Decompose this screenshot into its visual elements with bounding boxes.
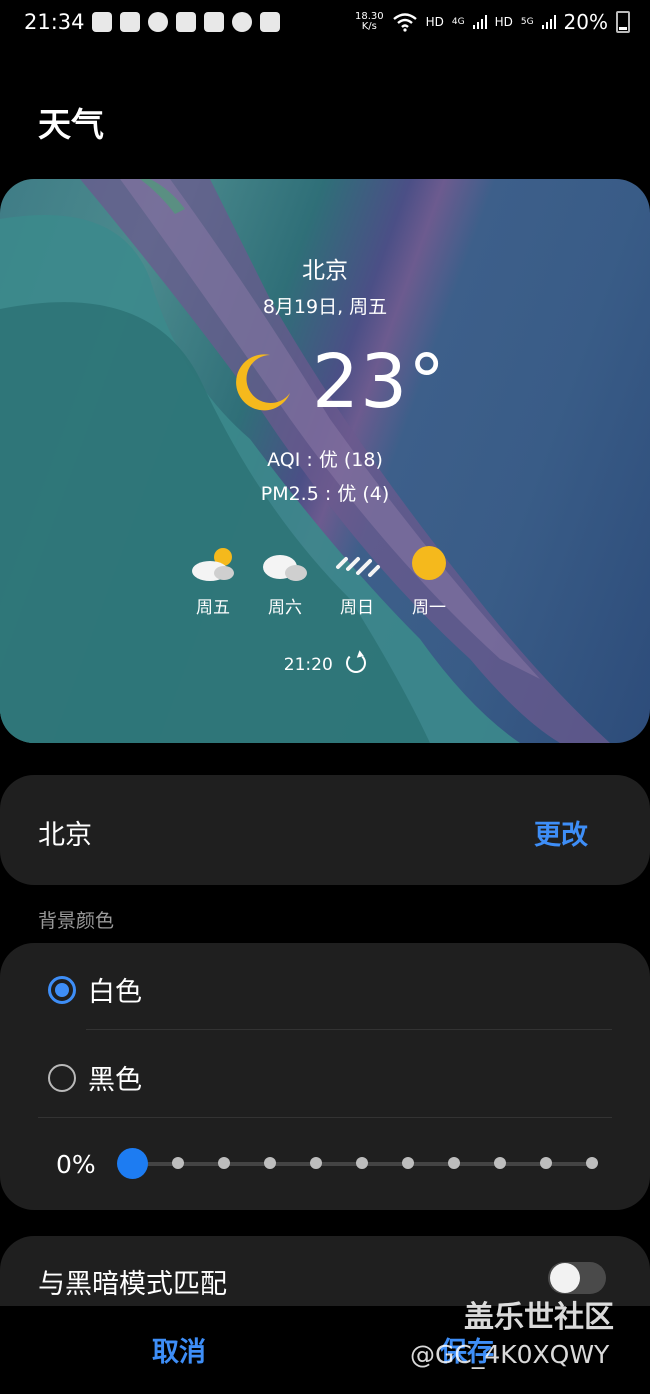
divider	[86, 1029, 612, 1030]
slider-tick	[586, 1157, 598, 1169]
slider-tick	[218, 1157, 230, 1169]
watermark-title: 盖乐世社区	[464, 1300, 614, 1335]
slider-tick	[448, 1157, 460, 1169]
change-location-button[interactable]: 更改	[534, 813, 588, 852]
forecast-row: 周五 周六 周日 周一	[188, 545, 454, 618]
status-bar: 21:34 18.30 K/s HD 4G HD 5G 20%	[0, 0, 650, 48]
forecast-day: 周六	[260, 545, 310, 618]
forecast-day: 周一	[404, 545, 454, 618]
option-black[interactable]: 黑色	[48, 1058, 142, 1097]
current-temperature: 23°	[312, 339, 447, 425]
5g-label: 5G	[520, 17, 534, 27]
transparency-value: 0%	[56, 1150, 96, 1179]
cancel-button[interactable]: 取消	[152, 1330, 206, 1369]
wifi-icon	[392, 13, 417, 32]
background-color-label: 背景颜色	[38, 910, 115, 932]
forecast-day-label: 周六	[268, 598, 302, 618]
option-black-label: 黑色	[88, 1065, 142, 1096]
battery-icon	[616, 11, 630, 33]
location-card: 北京 更改	[0, 775, 650, 885]
pm25-text: PM2.5 : 优 (4)	[260, 483, 390, 505]
forecast-day: 周五	[188, 545, 238, 618]
dark-mode-label: 与黑暗模式匹配	[38, 1269, 227, 1300]
page-title: 天气	[38, 105, 104, 144]
lte-label: 4G	[451, 17, 465, 27]
option-white[interactable]: 白色	[48, 970, 142, 1009]
slider-tick	[540, 1157, 552, 1169]
cloud-app-icon	[120, 12, 140, 32]
checkbox-app-icon	[176, 12, 196, 32]
slider-tick	[402, 1157, 414, 1169]
dark-mode-toggle[interactable]	[548, 1262, 606, 1294]
signal-icon-2	[541, 15, 556, 29]
system-status: 18.30 K/s HD 4G HD 5G 20%	[355, 10, 630, 34]
current-weather: 23°	[232, 339, 446, 425]
net-speed: 18.30 K/s	[354, 11, 384, 32]
slider-tick	[494, 1157, 506, 1169]
widget-date: 8月19日, 周五	[262, 296, 388, 318]
transparency-slider-thumb[interactable]	[117, 1148, 148, 1179]
forecast-day-label: 周一	[412, 598, 446, 618]
forecast-day: 周日	[332, 545, 382, 618]
moon-icon	[236, 354, 290, 411]
forecast-day-label: 周五	[196, 598, 230, 618]
slider-tick	[264, 1157, 276, 1169]
clock-app-icon	[232, 12, 252, 32]
slider-tick	[310, 1157, 322, 1169]
battery-percent: 20%	[563, 10, 608, 34]
widget-city: 北京	[302, 258, 348, 284]
aqi-text: AQI : 优 (18)	[267, 449, 383, 471]
update-time-label: 21:20	[283, 655, 333, 675]
signal-icon	[472, 15, 487, 29]
radio-black[interactable]	[48, 1063, 76, 1092]
weather-widget-preview: 北京 8月19日, 周五 23° AQI : 优 (18) PM2.5 : 优 …	[0, 179, 650, 743]
option-white-label: 白色	[88, 977, 142, 1008]
slider-tick	[356, 1157, 368, 1169]
app-icon	[148, 12, 168, 32]
message-icon	[92, 12, 112, 32]
divider	[38, 1117, 612, 1118]
tv-app-icon	[204, 12, 224, 32]
status-time: 21:34	[24, 10, 85, 34]
hd-label: HD	[425, 15, 444, 29]
hd-label-2: HD	[494, 15, 513, 29]
radio-white[interactable]	[48, 975, 76, 1004]
partly-cloudy-icon	[188, 545, 238, 583]
location-city: 北京	[38, 820, 92, 851]
gallery-icon	[260, 12, 280, 32]
cloudy-icon	[260, 545, 310, 583]
update-time: 21:20	[0, 653, 650, 675]
slider-tick	[172, 1157, 184, 1169]
sunny-icon	[404, 545, 454, 583]
rain-icon	[332, 545, 382, 583]
forecast-day-label: 周日	[340, 598, 374, 618]
notification-icons	[92, 12, 280, 32]
watermark-handle: @GC_4K0XQWY	[410, 1340, 610, 1369]
refresh-icon[interactable]	[346, 653, 367, 673]
